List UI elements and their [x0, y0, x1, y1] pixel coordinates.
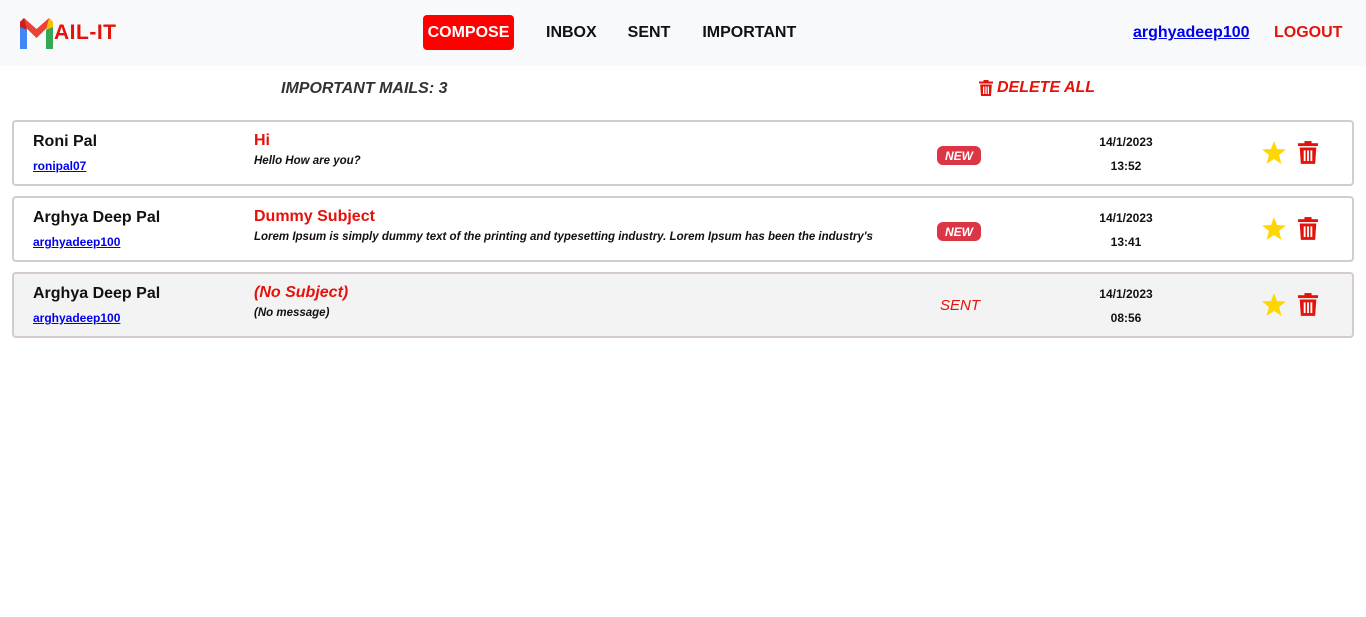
mail-preview: Hello How are you? — [254, 155, 361, 167]
star-icon[interactable] — [1262, 217, 1286, 240]
mail-time: 08:56 — [1110, 311, 1142, 325]
brand-name: AIL-IT — [54, 21, 117, 44]
mail-subject: (No Subject) — [254, 284, 349, 301]
sender-name: Roni Pal — [33, 133, 98, 150]
brand-logo[interactable]: AIL-IT — [20, 17, 116, 49]
status-label: SENT — [940, 297, 981, 314]
mail-toolbar: IMPORTANT MAILS: 3 DELETE ALL — [0, 66, 1366, 120]
gmail-logo-icon — [20, 17, 53, 49]
star-icon[interactable] — [1262, 293, 1286, 316]
sender-id-link[interactable]: ronipal07 — [33, 159, 86, 173]
status-badge: NEW — [937, 222, 981, 241]
username-link[interactable]: arghyadeep100 — [1133, 24, 1250, 42]
mail-preview: Lorem Ipsum is simply dummy text of the … — [254, 231, 873, 243]
mail-date: 14/1/2023 — [1099, 211, 1153, 225]
sender-id-link[interactable]: arghyadeep100 — [33, 235, 120, 249]
star-icon[interactable] — [1262, 141, 1286, 164]
mail-subject: Dummy Subject — [254, 208, 375, 225]
mail-time: 13:52 — [1110, 159, 1142, 173]
mail-row[interactable]: Roni Pal ronipal07 Hi Hello How are you?… — [12, 120, 1354, 186]
trash-icon[interactable] — [1298, 217, 1318, 240]
trash-icon[interactable] — [1298, 141, 1318, 164]
nav-inbox[interactable]: INBOX — [546, 24, 597, 42]
sender-name: Arghya Deep Pal — [33, 209, 161, 226]
main-nav: COMPOSE INBOX SENT IMPORTANT — [423, 15, 796, 50]
delete-all-button[interactable]: DELETE ALL — [979, 79, 1095, 97]
mail-date: 14/1/2023 — [1099, 135, 1153, 149]
mail-row[interactable]: Arghya Deep Pal arghyadeep100 Dummy Subj… — [12, 196, 1354, 262]
status-badge: NEW — [937, 146, 981, 165]
mail-row[interactable]: Arghya Deep Pal arghyadeep100 (No Subjec… — [12, 272, 1354, 338]
sender-id-link[interactable]: arghyadeep100 — [33, 311, 120, 325]
logout-button[interactable]: LOGOUT — [1274, 24, 1342, 42]
nav-sent[interactable]: SENT — [628, 24, 671, 42]
trash-icon — [979, 80, 993, 96]
mail-time: 13:41 — [1110, 235, 1142, 249]
nav-important[interactable]: IMPORTANT — [702, 24, 796, 42]
mail-date: 14/1/2023 — [1099, 287, 1153, 301]
navbar: AIL-IT COMPOSE INBOX SENT IMPORTANT argh… — [0, 0, 1366, 66]
important-count-label: IMPORTANT MAILS: 3 — [281, 80, 448, 97]
sender-name: Arghya Deep Pal — [33, 285, 161, 302]
delete-all-label: DELETE ALL — [997, 79, 1096, 96]
mail-preview: (No message) — [254, 307, 330, 319]
mail-subject: Hi — [254, 132, 270, 149]
compose-button[interactable]: COMPOSE — [423, 15, 514, 50]
trash-icon[interactable] — [1298, 293, 1318, 316]
